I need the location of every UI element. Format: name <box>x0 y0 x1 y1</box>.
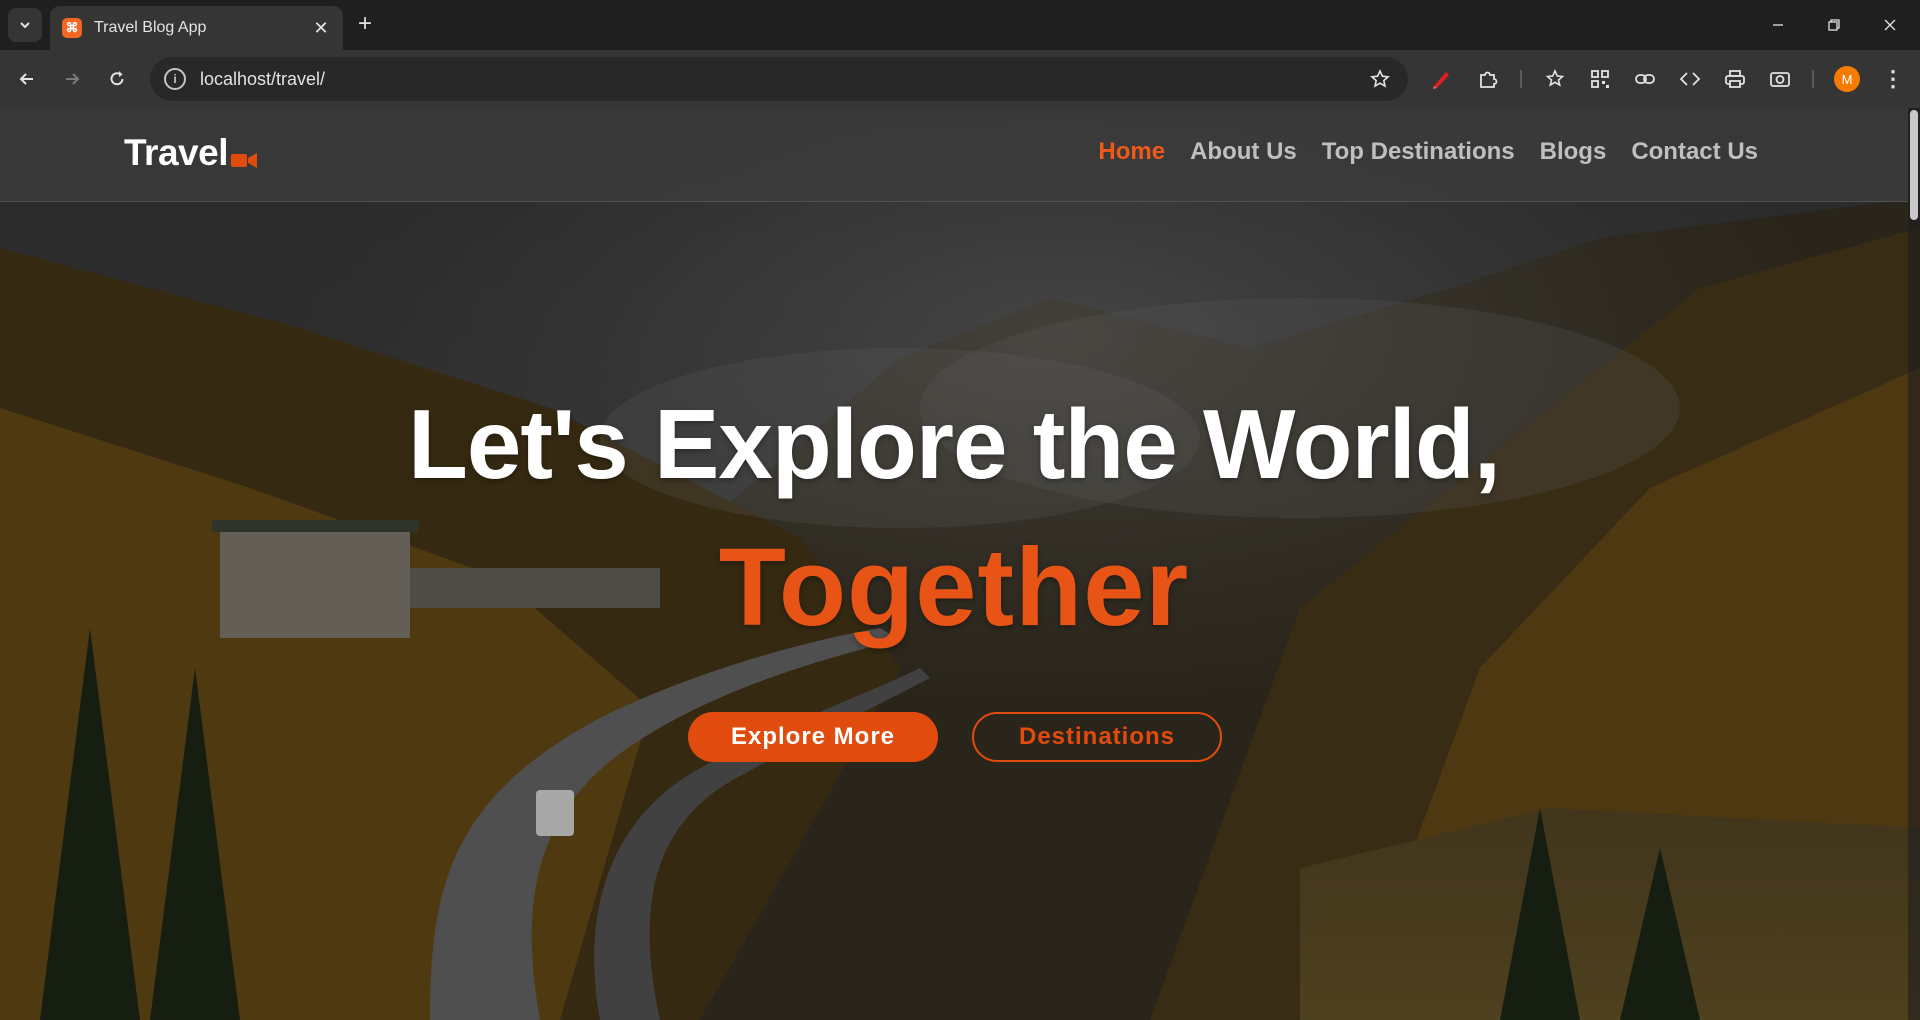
address-bar[interactable]: i localhost/travel/ <box>150 57 1408 101</box>
restore-icon <box>1828 19 1840 31</box>
tab-title: Travel Blog App <box>94 19 207 36</box>
view-source-button[interactable] <box>1675 64 1705 94</box>
back-button[interactable] <box>10 62 44 96</box>
star-icon <box>1370 69 1390 88</box>
forward-button[interactable] <box>55 62 89 96</box>
browser-tab-strip: ⌘ Travel Blog App ✕ + <box>0 0 1920 50</box>
new-tab-button[interactable]: + <box>352 12 378 38</box>
reload-button[interactable] <box>100 62 134 96</box>
link-icon <box>1635 74 1655 84</box>
restore-button[interactable] <box>1812 8 1856 42</box>
toolbar-divider <box>1812 70 1814 88</box>
explore-more-button[interactable]: Explore More <box>688 712 938 762</box>
page-scrollbar[interactable] <box>1908 108 1920 1020</box>
browser-tab-active[interactable]: ⌘ Travel Blog App ✕ <box>50 6 343 50</box>
hero-accent-text: Together <box>718 526 1190 649</box>
site-header: Travel Home About Us Top Destinations Bl… <box>0 108 1908 202</box>
browser-menu-button[interactable]: ⋮ <box>1880 64 1906 94</box>
site-logo[interactable]: Travel <box>124 132 257 174</box>
screenshot-button[interactable] <box>1765 64 1795 94</box>
nav-contact-us[interactable]: Contact Us <box>1631 138 1758 166</box>
code-icon <box>1679 72 1701 86</box>
printer-icon <box>1725 70 1745 88</box>
scrollbar-thumb[interactable] <box>1910 110 1918 220</box>
video-camera-icon <box>230 153 257 168</box>
minimize-icon <box>1773 24 1783 26</box>
copy-link-button[interactable] <box>1630 64 1660 94</box>
browser-toolbar: i localhost/travel/ <box>0 50 1920 108</box>
site-favicon-icon: ⌘ <box>62 18 82 38</box>
bookmark-star-button[interactable] <box>1368 67 1392 91</box>
puzzle-icon <box>1480 71 1498 88</box>
nav-about-us[interactable]: About Us <box>1190 138 1297 166</box>
chevron-down-icon <box>20 22 30 29</box>
qr-code-button[interactable] <box>1585 64 1615 94</box>
url-text[interactable]: localhost/travel/ <box>200 69 1368 90</box>
qr-code-icon <box>1591 70 1609 88</box>
tab-search-button[interactable] <box>8 8 42 42</box>
forward-arrow-icon <box>66 73 80 85</box>
extension-pen-button[interactable] <box>1426 64 1456 94</box>
toolbar-divider <box>1520 70 1522 88</box>
site-info-icon[interactable]: i <box>164 68 186 90</box>
profile-avatar[interactable]: M <box>1834 66 1860 92</box>
main-navigation: Home About Us Top Destinations Blogs Con… <box>1098 138 1758 166</box>
hero-headline: Let's Explore the World, <box>408 389 1501 499</box>
extensions-button[interactable] <box>1473 64 1503 94</box>
brand-name: Travel <box>124 132 228 173</box>
close-window-button[interactable] <box>1868 8 1912 42</box>
page-viewport: Travel Home About Us Top Destinations Bl… <box>0 108 1920 1020</box>
reload-icon <box>110 71 124 86</box>
minimize-button[interactable] <box>1756 8 1800 42</box>
star-list-icon <box>1545 69 1565 87</box>
close-tab-icon[interactable]: ✕ <box>311 18 331 39</box>
close-icon <box>1884 19 1896 31</box>
bookmarks-button[interactable] <box>1540 64 1570 94</box>
camera-icon <box>1770 72 1790 87</box>
nav-blogs[interactable]: Blogs <box>1540 138 1607 166</box>
nav-home[interactable]: Home <box>1098 138 1165 166</box>
print-button[interactable] <box>1720 64 1750 94</box>
pen-icon <box>1433 72 1449 89</box>
destinations-button[interactable]: Destinations <box>972 712 1222 762</box>
back-arrow-icon <box>19 73 33 85</box>
nav-top-destinations[interactable]: Top Destinations <box>1322 138 1515 166</box>
